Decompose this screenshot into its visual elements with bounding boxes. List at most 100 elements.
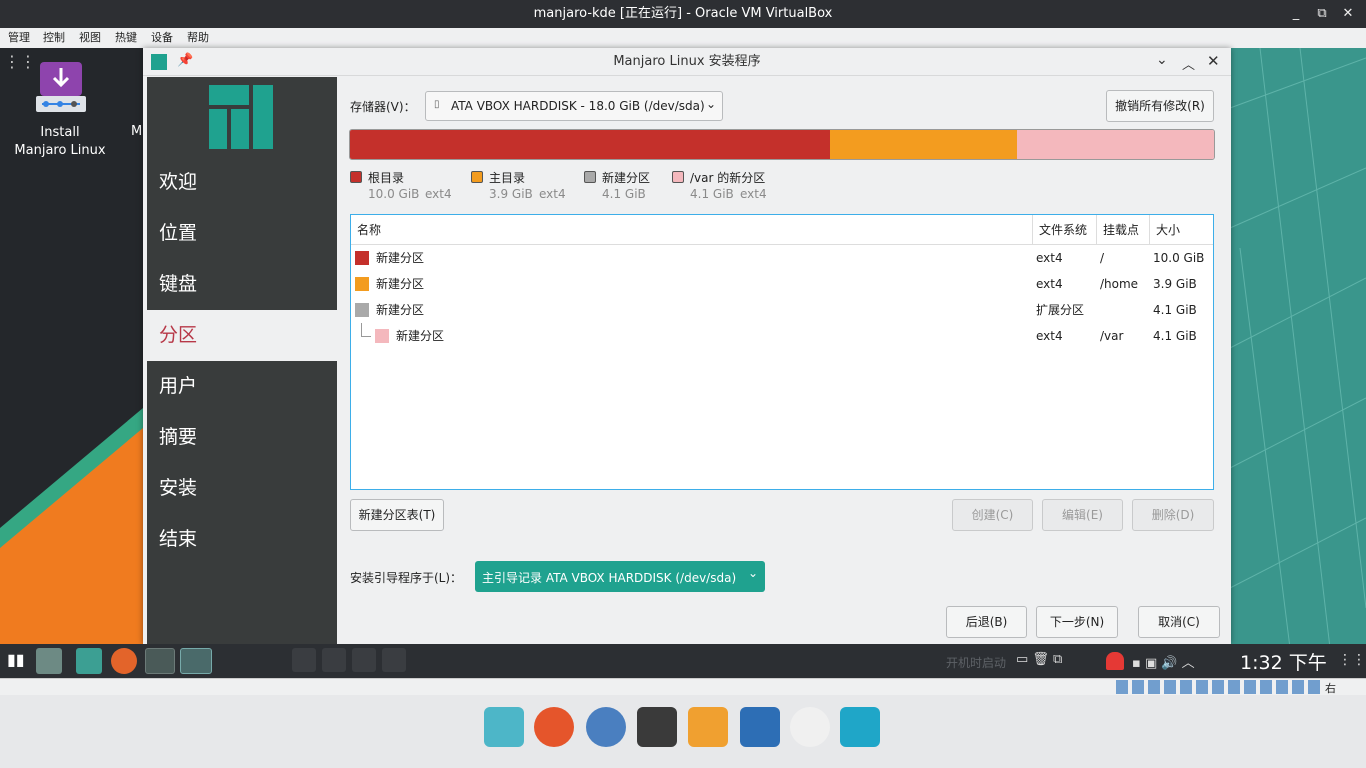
usage-bar-segment (1017, 130, 1214, 159)
bootloader-select[interactable]: 主引导记录 ATA VBOX HARDDISK (/dev/sda) ⌄ (475, 561, 765, 592)
vscode-dock-icon[interactable] (740, 707, 780, 747)
legend-swatch (672, 171, 684, 183)
ghost-icon[interactable] (1106, 652, 1124, 670)
legend-size: 4.1 GiB (690, 187, 734, 201)
tray-icons[interactable]: ▭ 🗑 ⧉ (1016, 652, 1062, 667)
column-header-mount[interactable]: 挂载点 (1097, 215, 1150, 245)
row-size: 4.1 GiB (1153, 329, 1197, 343)
file-manager-icon[interactable] (76, 648, 102, 674)
chevron-down-icon: ⌄ (748, 566, 759, 580)
sidebar-item-partitions: 分区 (147, 310, 337, 361)
row-name: 新建分区 (376, 251, 425, 265)
row-fs: ext4 (1036, 277, 1063, 291)
facebook-icon[interactable] (322, 648, 346, 672)
partition-color-swatch (355, 277, 369, 291)
table-header: 名称 文件系统 挂载点 大小 (351, 215, 1213, 245)
firefox-dock-icon[interactable] (534, 707, 574, 747)
partition-legend: 根目录 10.0 GiB ext4 主目录 3.9 GiB ext4 新建分区 … (350, 168, 1220, 208)
reddit-icon[interactable] (382, 648, 406, 672)
table-row[interactable]: 新建分区 ext4 / 10.0 GiB (351, 245, 1213, 271)
legend-name: 新建分区 (602, 171, 651, 185)
row-fs: 扩展分区 (1036, 303, 1085, 317)
menu-hotkey[interactable]: 热键 (115, 28, 137, 48)
delete-button[interactable]: 删除(D) (1132, 499, 1214, 531)
anchor-app-icon[interactable] (484, 707, 524, 747)
install-task-icon[interactable] (180, 648, 212, 674)
legend-swatch (350, 171, 362, 183)
terminal-dock-icon[interactable] (637, 707, 677, 747)
desktop-pager-icon[interactable] (36, 648, 62, 674)
restore-icon[interactable]: ⧉ (1312, 4, 1332, 24)
row-name: 新建分区 (376, 303, 425, 317)
app-launcher-icon[interactable]: ▮▮ (7, 650, 27, 672)
storage-select[interactable]: ▯ ATA VBOX HARDDISK - 18.0 GiB (/dev/sda… (425, 91, 723, 121)
usage-bar-segment (830, 130, 1017, 159)
cancel-button[interactable]: 取消(C) (1138, 606, 1220, 638)
legend-size: 3.9 GiB (489, 187, 533, 201)
legend-fs: ext4 (539, 187, 566, 201)
chevron-down-icon[interactable]: ⌄ (1156, 52, 1168, 68)
installer-window: 📌 Manjaro Linux 安装程序 ⌄ ︿ ✕ 欢迎 位置 键盘 分区 用… (143, 48, 1231, 644)
firefox-icon[interactable] (111, 648, 137, 674)
menu-view[interactable]: 视图 (79, 28, 101, 48)
files-dock-icon[interactable] (840, 707, 880, 747)
storage-select-value: ATA VBOX HARDDISK - 18.0 GiB (/dev/sda) (451, 99, 705, 113)
clock[interactable]: 1:32 下午 (1240, 648, 1327, 675)
install-manjaro-icon[interactable] (36, 60, 86, 116)
vbox-statusbar: 右 Ctrl (0, 678, 1366, 709)
revert-all-button[interactable]: 撤销所有修改(R) (1106, 90, 1214, 122)
twitter-icon[interactable] (352, 648, 376, 672)
menu-help[interactable]: 帮助 (187, 28, 209, 48)
close-icon[interactable]: ✕ (1207, 52, 1220, 70)
column-header-size[interactable]: 大小 (1150, 215, 1213, 245)
edit-button[interactable]: 编辑(E) (1042, 499, 1123, 531)
sidebar-item-keyboard: 键盘 (159, 273, 198, 295)
minimize-icon[interactable]: _ (1286, 4, 1306, 24)
device-status-icons[interactable] (1116, 680, 1322, 694)
sidebar-item-install: 安装 (159, 477, 198, 499)
tree-branch-line (361, 323, 371, 337)
google-plus-icon[interactable] (292, 648, 316, 672)
guest-taskbar: ▮▮ 开机时启动 ▭ 🗑 ⧉ ▪ ▣ 🔊 ︿ 1:32 下午 ⋮⋮ (0, 644, 1366, 678)
table-row[interactable]: 新建分区 扩展分区 4.1 GiB (351, 297, 1213, 323)
create-button[interactable]: 创建(C) (952, 499, 1033, 531)
row-mount: /home (1100, 277, 1139, 291)
row-name: 新建分区 (396, 329, 445, 343)
table-row[interactable]: 新建分区 ext4 /var 4.1 GiB (351, 323, 1213, 349)
legend-fs: ext4 (740, 187, 767, 201)
legend-name: 主目录 (489, 171, 526, 185)
sidebar-item-welcome: 欢迎 (159, 171, 198, 193)
vmware-dock-icon[interactable] (790, 707, 830, 747)
bootloader-label: 安装引导程序于(L)： (350, 571, 463, 585)
column-header-fs[interactable]: 文件系统 (1033, 215, 1097, 245)
menu-control[interactable]: 控制 (43, 28, 65, 48)
tray-icons-2[interactable]: ▪ ▣ 🔊 ︿ (1132, 652, 1195, 671)
menu-devices[interactable]: 设备 (151, 28, 173, 48)
installer-task-icon[interactable] (145, 648, 175, 674)
close-icon[interactable]: ✕ (1338, 4, 1358, 24)
partition-table[interactable]: 名称 文件系统 挂载点 大小 新建分区 ext4 / 10.0 GiB 新建分区… (350, 214, 1214, 490)
apps-grid-icon[interactable]: ⋮⋮ (4, 52, 36, 78)
column-header-name[interactable]: 名称 (351, 215, 1033, 245)
sublime-dock-icon[interactable] (688, 707, 728, 747)
icon-label-line2: Manjaro Linux (14, 143, 106, 158)
partition-color-swatch (355, 303, 369, 317)
icon-label-line1: Install (40, 125, 80, 140)
next-button[interactable]: 下一步(N) (1036, 606, 1118, 638)
maximize-icon[interactable]: ︿ (1182, 54, 1195, 73)
vbox-menubar: 管理 控制 视图 热键 设备 帮助 (0, 28, 1366, 48)
manjaro-logo (209, 85, 273, 149)
chevron-down-icon: ⌄ (706, 97, 717, 111)
table-row[interactable]: 新建分区 ext4 /home 3.9 GiB (351, 271, 1213, 297)
apps-grid-icon[interactable]: ⋮⋮ (1338, 652, 1366, 668)
menu-manage[interactable]: 管理 (8, 28, 30, 48)
startup-text: 开机时启动 (946, 656, 1007, 670)
vbox-titlebar: manjaro-kde [正在运行] - Oracle VM VirtualBo… (0, 0, 1366, 28)
partial-desktop-label[interactable]: M (131, 124, 142, 139)
sidebar-item-location: 位置 (159, 222, 198, 244)
install-manjaro-label[interactable]: Install Manjaro Linux (6, 124, 114, 160)
back-button[interactable]: 后退(B) (946, 606, 1027, 638)
chromium-dock-icon[interactable] (586, 707, 626, 747)
row-fs: ext4 (1036, 251, 1063, 265)
new-partition-table-button[interactable]: 新建分区表(T) (350, 499, 444, 531)
